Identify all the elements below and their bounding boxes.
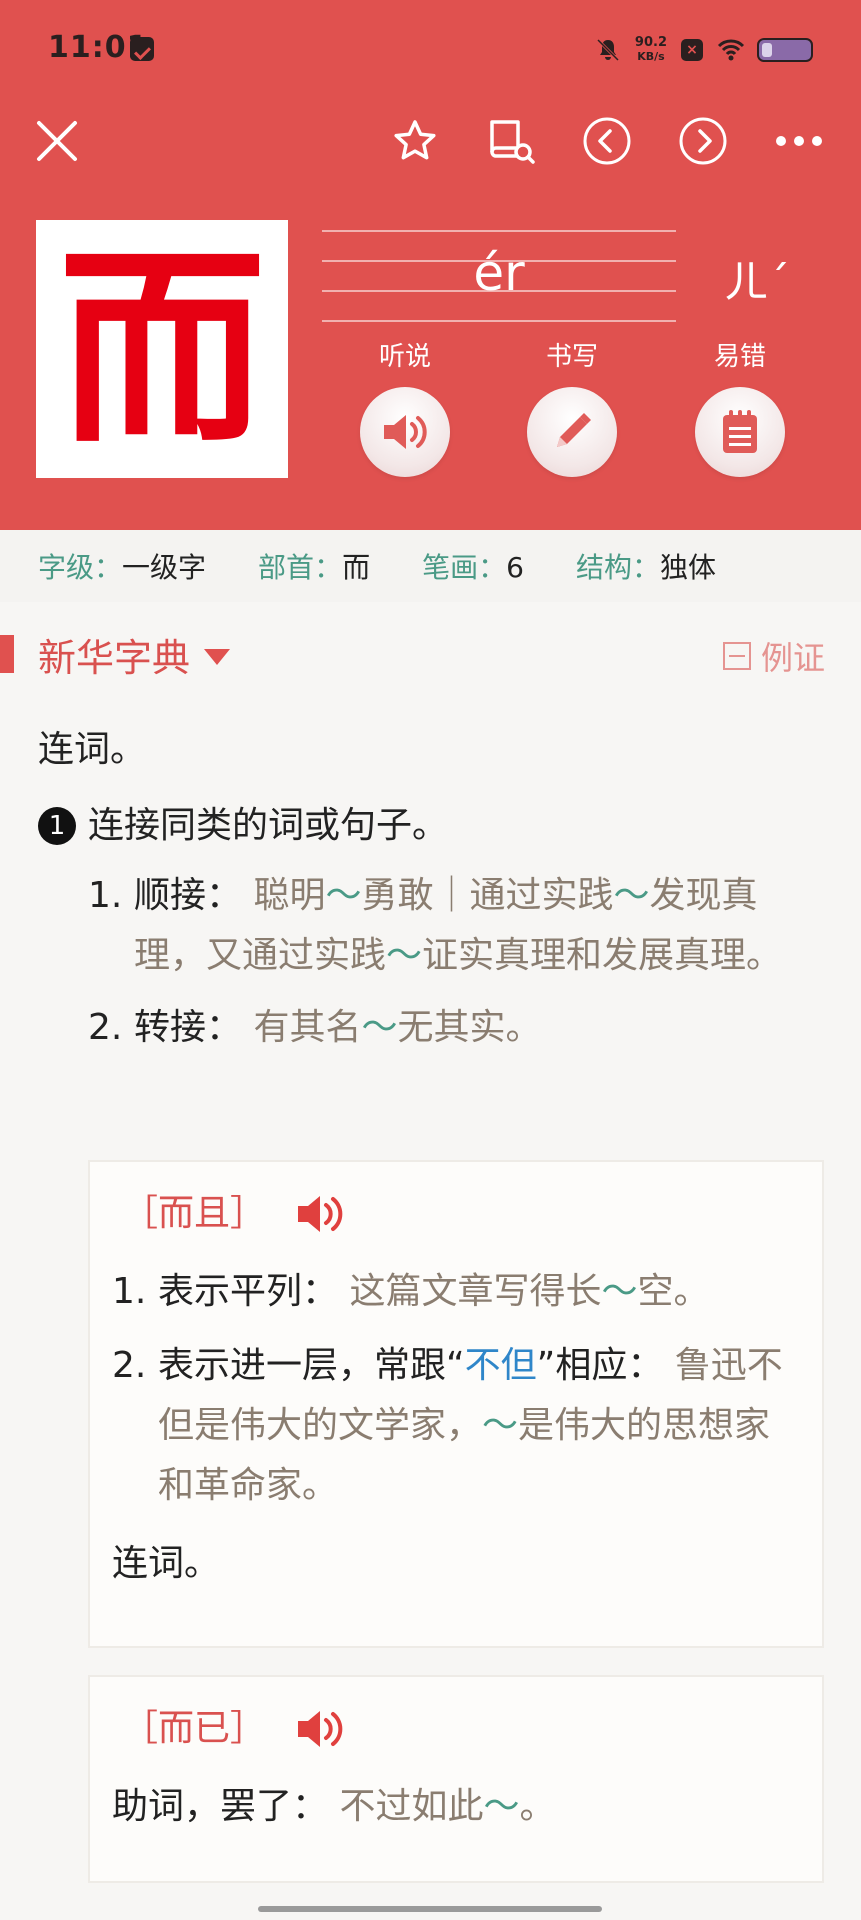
collapse-box-icon	[722, 642, 751, 670]
writing-button[interactable]: 书写	[502, 336, 642, 477]
character-info-row: 字级：一级字 部首：而 笔画：6 结构：独体	[0, 530, 861, 602]
section-accent-bar	[0, 635, 14, 673]
book-search-icon	[490, 120, 535, 164]
word-title: ［而已］	[122, 1708, 267, 1749]
info-level: 字级：一级字	[38, 551, 207, 584]
action-label: 易错	[713, 342, 766, 372]
word-sense-number: 1.	[112, 1271, 147, 1312]
calendar-check-icon	[130, 37, 154, 61]
word-sense-body: 表示平列： 这篇文章写得长～空。	[158, 1271, 710, 1312]
character-card[interactable]: 而	[36, 220, 288, 478]
favorite-button[interactable]	[388, 114, 442, 168]
subsense-item: 1. 顺接： 聪明～勇敢｜通过实践～发现真理，又通过实践～证实真理和发展真理。	[88, 866, 828, 986]
info-structure: 结构：独体	[575, 551, 716, 584]
action-label: 书写	[545, 342, 598, 372]
next-button[interactable]	[676, 114, 730, 168]
cross-reference-link[interactable]: 不但	[465, 1345, 537, 1386]
character-glyph: 而	[58, 227, 266, 471]
pinyin-staff: ér	[322, 230, 676, 322]
zhuyin: ㄦˊ	[724, 257, 790, 308]
example-toggle[interactable]: 例证	[722, 633, 825, 679]
listen-speak-button[interactable]: 听说	[335, 336, 475, 477]
staff-line	[322, 320, 676, 322]
part-of-speech: 连词。	[38, 729, 147, 770]
action-circle[interactable]	[527, 387, 617, 477]
more-dots-icon	[776, 136, 822, 146]
word-title-row: ［而已］	[122, 1699, 800, 1759]
home-indicator[interactable]	[258, 1906, 602, 1912]
chevron-left-circle-icon	[583, 117, 631, 165]
close-icon	[37, 121, 77, 161]
dictionary-title: 新华字典	[38, 636, 191, 680]
close-button[interactable]	[30, 114, 84, 168]
sense-text: 连接同类的词或句子。	[88, 805, 449, 846]
word-sense-body: 助词，罢了： 不过如此～。	[112, 1786, 556, 1827]
sim-x-icon: ×	[681, 39, 703, 61]
status-icons: 90.2 KB/s ×	[595, 32, 813, 68]
common-errors-button[interactable]: 易错	[670, 336, 810, 477]
dictionary-header: 新华字典 例证	[0, 625, 861, 685]
battery-icon	[757, 38, 813, 62]
play-audio-button[interactable]	[294, 1706, 350, 1752]
word-title-row: ［而且］	[122, 1184, 800, 1244]
word-title: ［而且］	[122, 1193, 267, 1234]
star-icon	[394, 120, 436, 160]
info-strokes: 笔画：6	[422, 551, 524, 584]
example-toggle-label: 例证	[760, 639, 825, 677]
subsense-body: 顺接： 聪明～勇敢｜通过实践～发现真理，又通过实践～证实真理和发展真理。	[134, 875, 783, 976]
dictionary-selector[interactable]: 新华字典	[38, 627, 231, 682]
subsense-body: 转接： 有其名～无其实。	[134, 1007, 542, 1048]
info-radical: 部首：而	[258, 551, 371, 584]
sense-number-badge: 1	[38, 807, 76, 845]
net-speed: 90.2 KB/s	[634, 35, 667, 64]
subsense-item: 2. 转接： 有其名～无其实。	[88, 998, 828, 1058]
definition-content: 连词。 1 连接同类的词或句子。 1. 顺接： 聪明～勇敢｜通过实践～发现真理，…	[38, 720, 828, 1070]
subsense-number: 2.	[88, 1007, 123, 1048]
action-circle[interactable]	[360, 387, 450, 477]
speaker-icon	[384, 415, 427, 449]
action-circle[interactable]	[695, 387, 785, 477]
speaker-icon	[298, 1196, 343, 1232]
status-bar: 11:01 90.2 KB/s ×	[0, 0, 861, 100]
chevron-right-circle-icon	[679, 117, 727, 165]
subsense-list: 1. 顺接： 聪明～勇敢｜通过实践～发现真理，又通过实践～证实真理和发展真理。 …	[88, 866, 828, 1058]
mute-bell-icon	[595, 37, 621, 63]
word-sense-item: 1. 表示平列： 这篇文章写得长～空。	[112, 1262, 800, 1322]
staff-line	[322, 230, 676, 232]
pinyin: ér	[473, 244, 525, 302]
word-sense-body: 表示进一层，常跟“不但”相应： 鲁迅不但是伟大的文学家，～是伟大的思想家和革命家…	[158, 1345, 783, 1506]
action-label: 听说	[378, 342, 431, 372]
word-card-eryi: ［而已］ 助词，罢了： 不过如此～。	[88, 1675, 824, 1883]
word-part-of-speech: 连词。	[112, 1543, 221, 1584]
subsense-number: 1.	[88, 875, 123, 916]
notepad-icon	[723, 410, 757, 453]
previous-button[interactable]	[580, 114, 634, 168]
pencil-icon	[557, 413, 591, 447]
sense-1: 1 连接同类的词或句子。	[38, 796, 828, 856]
word-card-erqie: ［而且］ 1. 表示平列： 这篇文章写得长～空。 2. 表示进一层，常跟“不但”…	[88, 1160, 824, 1648]
speaker-icon	[298, 1711, 343, 1747]
wifi-icon	[717, 37, 745, 63]
toolbar	[0, 100, 861, 180]
play-audio-button[interactable]	[294, 1191, 350, 1237]
word-sense-number: 2.	[112, 1345, 147, 1386]
more-button[interactable]	[772, 114, 826, 168]
word-sense-item: 2. 表示进一层，常跟“不但”相应： 鲁迅不但是伟大的文学家，～是伟大的思想家和…	[112, 1336, 800, 1516]
triangle-down-icon	[204, 648, 231, 665]
book-search-button[interactable]	[484, 114, 538, 168]
header: 11:01 90.2 KB/s × 而 ér ㄦˊ 听说 书写 易错	[0, 0, 861, 530]
